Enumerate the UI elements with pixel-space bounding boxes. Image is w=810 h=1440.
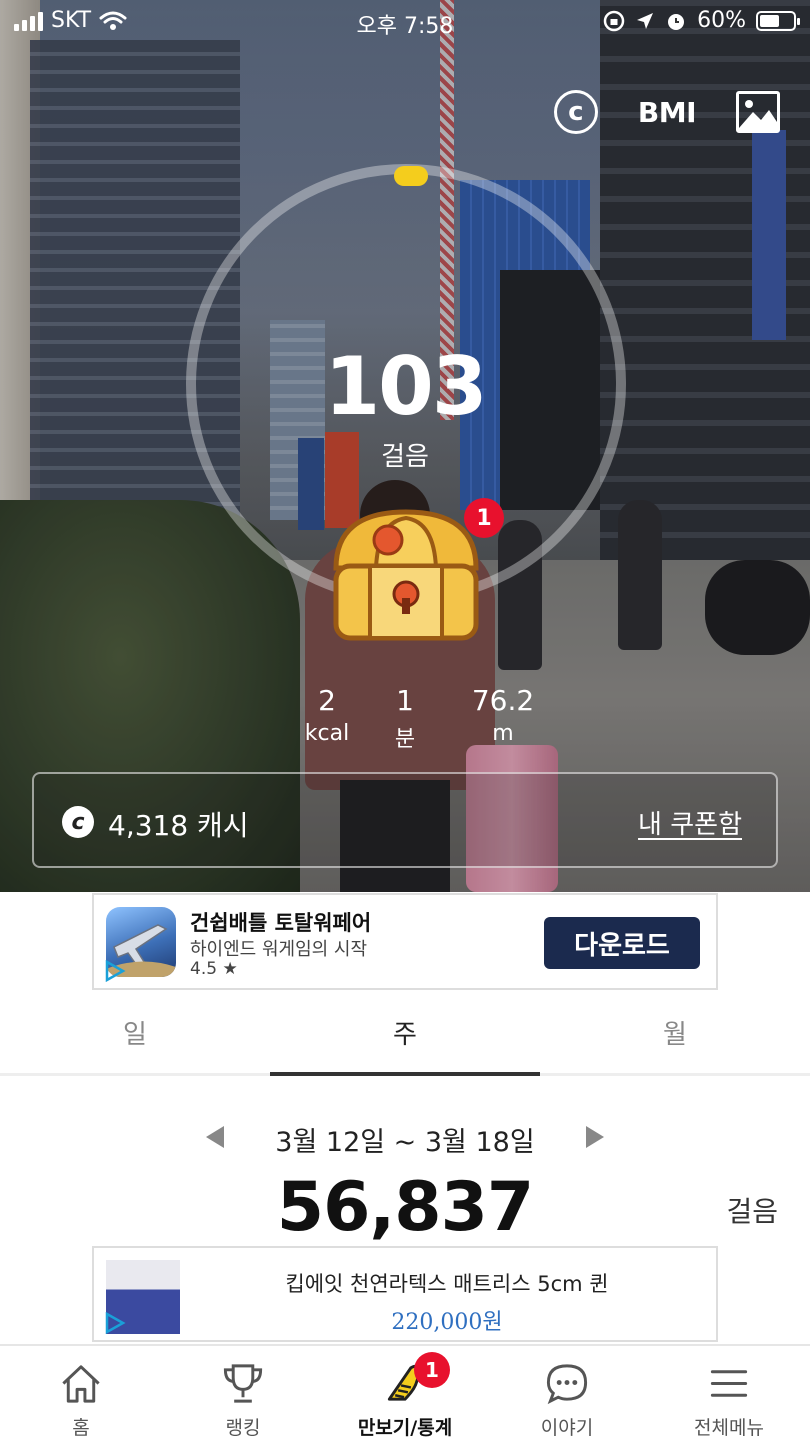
next-week-arrow-icon[interactable]: [586, 1126, 604, 1148]
week-navigator: 3월 12일 ~ 3월 18일: [0, 1118, 810, 1158]
ad-choices-icon[interactable]: [104, 960, 126, 982]
weekly-step-total: 56,837: [276, 1168, 534, 1247]
status-bar: SKT 오후 7:58 60%: [0, 0, 810, 42]
tab-week[interactable]: 주: [270, 992, 540, 1076]
download-button[interactable]: 다운로드: [544, 917, 700, 969]
nav-home-label: 홈: [72, 1417, 90, 1439]
week-range: 3월 12일 ~ 3월 18일: [275, 1127, 535, 1158]
trophy-icon: [223, 1364, 263, 1403]
chest-badge: 1: [464, 498, 504, 538]
nav-ranking[interactable]: 랭킹: [162, 1346, 324, 1440]
tab-day[interactable]: 일: [0, 992, 270, 1073]
period-tabs: 일 주 월: [0, 992, 810, 1076]
rotation-lock-icon: [603, 10, 625, 31]
location-icon: [637, 12, 654, 29]
bottom-navigation: 홈 랭킹 만보기/통계 1 이야기 전체메뉴: [0, 1344, 810, 1440]
home-icon: [62, 1365, 100, 1403]
chat-icon: [546, 1364, 588, 1405]
cash-amount: 4,318 캐시: [108, 809, 249, 842]
step-count: 103: [324, 340, 488, 433]
battery-percent: 60%: [697, 8, 746, 33]
ad-rating: 4.5 ★: [190, 959, 238, 979]
step-hero-background: SKT 오후 7:58 60% c BMI 103 걸음 1 2 kcal 1 …: [0, 0, 810, 892]
weekly-step-unit: 걸음: [726, 1195, 778, 1228]
cash-icon: c: [62, 806, 94, 838]
ad-title: 건쉽배틀 토탈워페어: [190, 911, 372, 935]
menu-icon: [710, 1370, 748, 1397]
cash-balance-box: c 4,318 캐시 내 쿠폰함: [32, 772, 778, 868]
my-coupons-link[interactable]: 내 쿠폰함: [638, 804, 742, 841]
battery-icon: [756, 10, 800, 31]
treasure-chest-icon[interactable]: [326, 506, 486, 646]
image-icon[interactable]: [736, 91, 780, 133]
ring-progress-marker: [394, 166, 428, 186]
nav-pedometer-label: 만보기/통계: [357, 1417, 453, 1439]
distance-value: 76.2: [471, 684, 535, 717]
tab-month[interactable]: 월: [540, 992, 810, 1073]
ad-subtitle: 하이엔드 워게임의 시작: [190, 939, 368, 960]
nav-menu[interactable]: 전체메뉴: [648, 1346, 810, 1440]
nav-menu-label: 전체메뉴: [694, 1417, 764, 1439]
product-ad-price: 220,000원: [391, 1310, 503, 1335]
alarm-icon: [668, 13, 685, 30]
app-install-ad[interactable]: 건쉽배틀 토탈워페어 하이엔드 워게임의 시작 4.5 ★ 다운로드: [92, 893, 718, 990]
bmi-button[interactable]: BMI: [638, 96, 697, 129]
nav-home[interactable]: 홈: [0, 1346, 162, 1440]
nav-ranking-label: 랭킹: [225, 1417, 261, 1439]
product-ad[interactable]: 킵에잇 천연라텍스 매트리스 5cm 퀸 220,000원: [92, 1246, 718, 1342]
step-count-label: 걸음: [381, 442, 429, 472]
nav-pedometer-badge: 1: [414, 1352, 450, 1388]
nav-stories[interactable]: 이야기: [486, 1346, 648, 1440]
distance-stat: 76.2 m: [443, 684, 563, 746]
product-ad-title: 킵에잇 천연라텍스 매트리스 5cm 퀸: [285, 1272, 609, 1296]
distance-unit: m: [492, 721, 514, 746]
cash-coin-icon[interactable]: c: [553, 90, 598, 134]
nav-stories-label: 이야기: [540, 1417, 594, 1439]
nav-pedometer[interactable]: 만보기/통계 1: [324, 1346, 486, 1440]
